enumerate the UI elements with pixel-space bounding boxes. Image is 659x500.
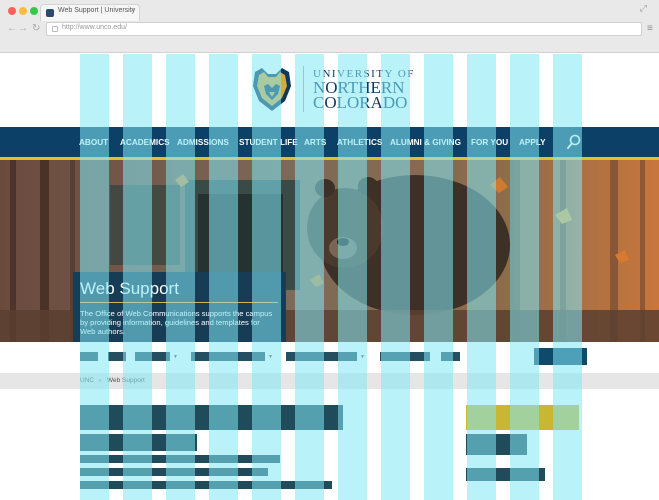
sidebar-link-placeholder[interactable]	[466, 468, 545, 481]
maximize-window-button[interactable]	[30, 7, 38, 15]
browser-menu-icon[interactable]: ≡	[647, 23, 653, 34]
content-subheading-placeholder	[80, 434, 197, 451]
favicon-icon	[46, 9, 54, 17]
tab-title: Web Support | University	[58, 7, 136, 14]
sidebar-block-placeholder	[466, 434, 527, 455]
breadcrumb-separator: »	[98, 377, 102, 384]
nav-item-about[interactable]: ABOUT	[79, 138, 108, 147]
breadcrumb-current: Web Support	[107, 377, 145, 384]
browser-chrome: Web Support | University × ⤢ ← → ↻ http:…	[0, 0, 659, 53]
chevron-down-icon: ▼	[360, 354, 365, 360]
nav-item-student-life[interactable]: STUDENT LIFE	[239, 138, 298, 147]
page-icon	[52, 26, 58, 32]
content-text-line-3	[80, 481, 332, 489]
close-window-button[interactable]	[8, 7, 16, 15]
nav-item-admissions[interactable]: ADMISSIONS	[177, 138, 229, 147]
chevron-down-icon: ▼	[268, 354, 273, 360]
content-text-line-2	[80, 468, 268, 476]
subnav-placeholder-1[interactable]	[80, 352, 98, 361]
subnav-placeholder-6[interactable]	[380, 352, 430, 361]
nav-item-for-you[interactable]: FOR YOU	[471, 138, 508, 147]
page-title: Web Support	[80, 279, 179, 298]
site-header: UNIVERSITY OF NORTHERN COLORADO	[0, 54, 659, 127]
subnav-placeholder-5[interactable]	[286, 352, 357, 361]
hero-description: The Office of Web Communications support…	[80, 309, 273, 336]
logo-divider	[303, 66, 304, 112]
browser-tab[interactable]: Web Support | University ×	[40, 4, 140, 21]
subnav-placeholder-7[interactable]	[441, 352, 460, 361]
bear-logo-icon[interactable]	[250, 66, 294, 112]
content-heading-placeholder	[80, 405, 343, 430]
subnav-placeholder-4[interactable]	[191, 352, 265, 361]
sidebar-highlight-button[interactable]	[466, 405, 579, 430]
nav-item-athletics[interactable]: ATHLETICS	[337, 138, 382, 147]
content-text-line-1	[80, 455, 280, 463]
hero-title-underline	[80, 302, 278, 303]
nav-item-apply[interactable]: APPLY	[519, 138, 546, 147]
main-navigation: ABOUT ACADEMICS ADMISSIONS STUDENT LIFE …	[0, 127, 659, 160]
nav-item-alumni-giving[interactable]: ALUMNI & GIVING	[390, 138, 461, 147]
subnav-placeholder-3[interactable]	[135, 352, 170, 361]
breadcrumb-home-link[interactable]: UNC	[80, 377, 94, 384]
fullscreen-icon[interactable]: ⤢	[640, 3, 647, 14]
subnav-placeholder-2[interactable]	[108, 352, 126, 361]
nav-item-academics[interactable]: ACADEMICS	[120, 138, 170, 147]
reload-icon[interactable]: ↻	[32, 23, 40, 35]
tab-close-icon[interactable]: ×	[131, 7, 135, 14]
nav-item-arts[interactable]: ARTS	[304, 138, 326, 147]
chevron-down-icon: ▼	[173, 354, 178, 360]
address-bar[interactable]: http://www.unco.edu/	[46, 22, 642, 36]
minimize-window-button[interactable]	[19, 7, 27, 15]
logo-colorado: COLORADO	[313, 93, 408, 112]
address-bar-url: http://www.unco.edu/	[62, 24, 127, 31]
search-icon[interactable]	[567, 134, 581, 150]
subnav-action-button[interactable]	[534, 348, 587, 365]
forward-icon[interactable]: →	[18, 23, 28, 35]
back-icon[interactable]: ←	[7, 23, 17, 35]
